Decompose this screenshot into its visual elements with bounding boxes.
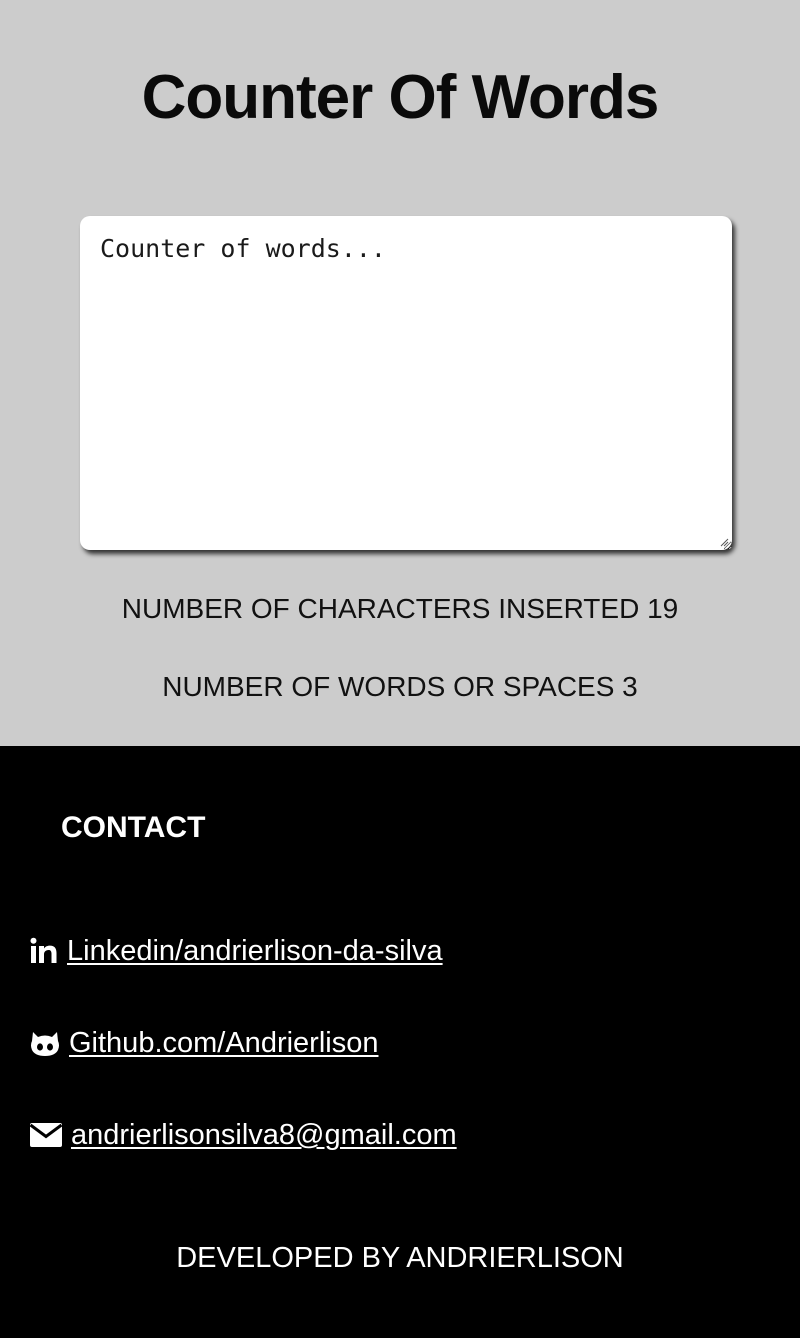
main-section: Counter Of Words NUMBER OF CHARACTERS IN…: [0, 0, 800, 746]
linkedin-link[interactable]: Linkedin/andrierlison-da-silva: [67, 935, 443, 968]
page-title: Counter Of Words: [141, 63, 660, 132]
contact-linkedin: Linkedin/andrierlison-da-silva: [29, 931, 443, 971]
github-link[interactable]: Github.com/Andrierlison: [69, 1027, 378, 1060]
word-count: NUMBER OF WORDS OR SPACES 3: [162, 671, 638, 702]
contact-email: andrierlisonsilva8@gmail.com: [29, 1115, 457, 1155]
text-input-container: [80, 216, 732, 550]
email-link[interactable]: andrierlisonsilva8@gmail.com: [71, 1119, 457, 1152]
character-count: NUMBER OF CHARACTERS INSERTED 19: [121, 593, 679, 624]
contact-heading: CONTACT: [61, 811, 206, 844]
github-icon: [29, 1028, 61, 1058]
footer: CONTACT Linkedin/andrierlison-da-silva G…: [0, 746, 800, 1338]
contact-github: Github.com/Andrierlison: [29, 1023, 378, 1063]
envelope-icon: [29, 1122, 63, 1148]
developer-credits: DEVELOPED BY ANDRIERLISON: [176, 1242, 624, 1274]
text-input[interactable]: [80, 216, 732, 550]
linkedin-icon: [29, 936, 59, 966]
